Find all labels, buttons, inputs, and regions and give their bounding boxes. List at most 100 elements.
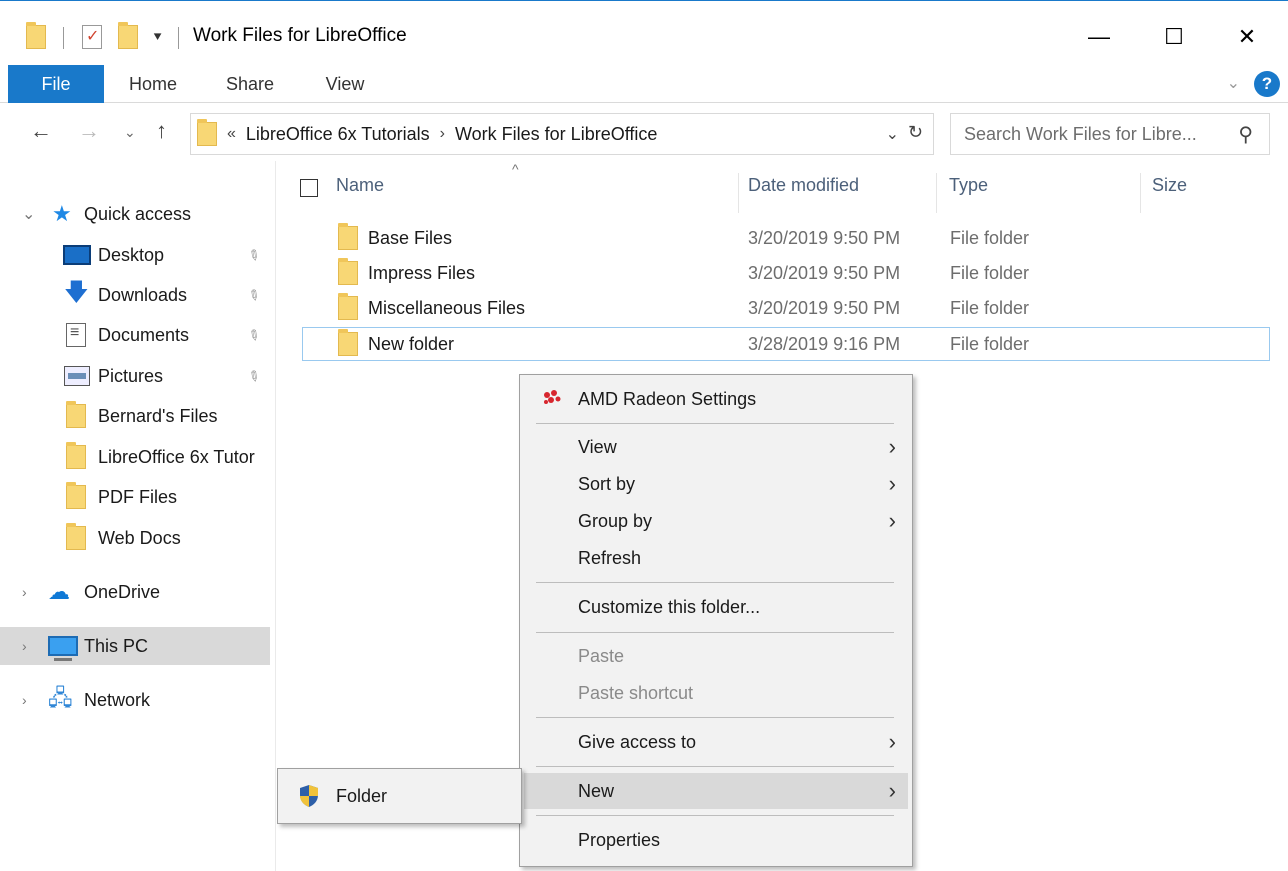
refresh-icon[interactable]: ↻ xyxy=(908,122,923,143)
collapsed-chevron-icon[interactable]: › xyxy=(22,692,27,708)
submenu-arrow-icon: › xyxy=(888,729,896,754)
nav-item-desktop[interactable]: Desktop ✎ xyxy=(0,236,272,274)
nav-item-bernards-files[interactable]: Bernard's Files xyxy=(0,397,272,435)
menu-label: Group by xyxy=(578,510,653,531)
menu-item-refresh[interactable]: Refresh xyxy=(524,540,908,576)
nav-label: Pictures xyxy=(98,365,164,386)
menu-separator xyxy=(536,766,894,767)
desktop-icon xyxy=(63,245,91,265)
nav-item-documents[interactable]: Documents ✎ xyxy=(0,316,272,354)
column-header-name[interactable]: Name xyxy=(336,175,384,196)
file-name: Base Files xyxy=(368,227,453,248)
file-date: 3/20/2019 9:50 PM xyxy=(748,227,901,248)
minimize-button[interactable]: — xyxy=(1076,17,1122,57)
pin-icon: ✎ xyxy=(244,244,264,265)
toolbar-separator xyxy=(178,27,179,49)
column-header-size[interactable]: Size xyxy=(1152,175,1187,196)
forward-arrow-icon[interactable]: → xyxy=(78,118,100,144)
submenu-arrow-icon: › xyxy=(888,508,896,533)
expand-ribbon-icon[interactable]: ⌄ xyxy=(1227,73,1240,93)
help-icon[interactable]: ? xyxy=(1254,71,1280,97)
expanded-chevron-icon[interactable]: ⌄ xyxy=(22,204,35,224)
menu-item-group-by[interactable]: Group by › xyxy=(524,503,908,539)
tab-home[interactable]: Home xyxy=(116,65,190,103)
pictures-icon xyxy=(64,366,90,386)
sort-caret-icon: ^ xyxy=(512,161,519,177)
back-arrow-icon[interactable]: ← xyxy=(30,118,52,144)
customize-toolbar-arrow-icon[interactable]: ⯆ xyxy=(152,29,163,46)
file-type: File folder xyxy=(950,333,1030,354)
file-row-miscellaneous-files[interactable]: Miscellaneous Files 3/20/2019 9:50 PM Fi… xyxy=(302,291,1270,325)
close-button[interactable]: ✕ xyxy=(1224,17,1270,57)
menu-label: Give access to xyxy=(578,731,697,752)
breadcrumb-separator-icon[interactable]: › xyxy=(440,125,445,143)
address-bar[interactable]: « LibreOffice 6x Tutorials › Work Files … xyxy=(190,113,934,155)
nav-quick-access[interactable]: ⌄ ★ Quick access xyxy=(0,195,272,233)
network-icon: 🖧 xyxy=(48,685,73,710)
nav-item-libreoffice-tutorials[interactable]: LibreOffice 6x Tutor xyxy=(0,438,272,476)
menu-item-paste: Paste xyxy=(524,638,908,674)
overflow-chevron-icon[interactable]: « xyxy=(227,125,236,143)
select-all-checkbox[interactable] xyxy=(300,179,318,197)
file-row-impress-files[interactable]: Impress Files 3/20/2019 9:50 PM File fol… xyxy=(302,256,1270,290)
tab-share[interactable]: Share xyxy=(212,65,288,103)
column-header-date[interactable]: Date modified xyxy=(748,175,859,196)
breadcrumb-work-files[interactable]: Work Files for LibreOffice xyxy=(455,124,657,145)
menu-label: Folder xyxy=(336,785,388,806)
nav-label: LibreOffice 6x Tutor xyxy=(98,446,255,467)
collapsed-chevron-icon[interactable]: › xyxy=(22,584,27,600)
menu-label: New xyxy=(578,780,615,801)
properties-icon[interactable] xyxy=(82,25,102,49)
menu-item-view[interactable]: View › xyxy=(524,429,908,465)
nav-onedrive[interactable]: › ☁ OneDrive xyxy=(0,573,272,611)
menu-item-properties[interactable]: Properties xyxy=(524,822,908,858)
nav-item-pdf-files[interactable]: PDF Files xyxy=(0,478,272,516)
search-icon[interactable]: ⚲ xyxy=(1238,122,1253,147)
file-type: File folder xyxy=(950,227,1030,248)
nav-item-web-docs[interactable]: Web Docs xyxy=(0,519,272,557)
column-divider[interactable] xyxy=(936,173,937,213)
folder-icon xyxy=(66,442,86,469)
title-bar: ⯆ Work Files for LibreOffice — ☐ ✕ xyxy=(0,1,1288,65)
tab-view[interactable]: View xyxy=(310,65,380,103)
nav-network[interactable]: › 🖧 Network xyxy=(0,681,272,719)
menu-item-amd-radeon-settings[interactable]: AMD Radeon Settings xyxy=(524,381,908,417)
breadcrumb-libreoffice-tutorials[interactable]: LibreOffice 6x Tutorials xyxy=(246,124,430,145)
navigation-pane: ⌄ ★ Quick access Desktop ✎ 🡇 Downloads ✎… xyxy=(0,161,276,871)
menu-item-sort-by[interactable]: Sort by › xyxy=(524,466,908,502)
recent-locations-icon[interactable]: ⌄ xyxy=(124,124,136,141)
up-arrow-icon[interactable]: ↑ xyxy=(156,118,167,144)
tab-file[interactable]: File xyxy=(8,65,104,103)
pin-icon: ✎ xyxy=(244,284,264,305)
maximize-button[interactable]: ☐ xyxy=(1151,17,1197,57)
nav-item-downloads[interactable]: 🡇 Downloads ✎ xyxy=(0,276,272,314)
star-icon: ★ xyxy=(52,201,72,226)
column-divider[interactable] xyxy=(1140,173,1141,213)
folder-icon xyxy=(66,482,86,509)
new-folder-icon[interactable] xyxy=(118,22,138,49)
menu-label: Refresh xyxy=(578,547,642,568)
search-box[interactable]: Search Work Files for Libre... ⚲ xyxy=(950,113,1270,155)
file-row-base-files[interactable]: Base Files 3/20/2019 9:50 PM File folder xyxy=(302,221,1270,255)
column-header-type[interactable]: Type xyxy=(949,175,988,196)
menu-separator xyxy=(536,632,894,633)
amd-radeon-icon xyxy=(544,390,561,404)
menu-item-give-access[interactable]: Give access to › xyxy=(524,724,908,760)
address-dropdown-icon[interactable]: ⌄ xyxy=(886,124,899,144)
folder-icon xyxy=(338,223,358,255)
menu-item-new[interactable]: New › xyxy=(524,773,908,809)
menu-label: Paste shortcut xyxy=(578,682,694,703)
submenu-item-folder[interactable]: Folder xyxy=(282,778,517,814)
folder-icon xyxy=(338,329,358,361)
column-divider[interactable] xyxy=(738,173,739,213)
menu-item-customize-folder[interactable]: Customize this folder... xyxy=(524,589,908,625)
context-menu: AMD Radeon Settings View › Sort by › Gro… xyxy=(519,374,913,867)
collapsed-chevron-icon[interactable]: › xyxy=(22,638,27,654)
nav-this-pc[interactable]: › This PC xyxy=(0,627,270,665)
menu-label: Customize this folder... xyxy=(578,596,761,617)
nav-label: Downloads xyxy=(98,284,188,305)
nav-item-pictures[interactable]: Pictures ✎ xyxy=(0,357,272,395)
file-row-new-folder[interactable]: New folder 3/28/2019 9:16 PM File folder xyxy=(302,327,1270,361)
quick-access-toolbar xyxy=(26,22,46,51)
submenu-arrow-icon: › xyxy=(888,434,896,459)
